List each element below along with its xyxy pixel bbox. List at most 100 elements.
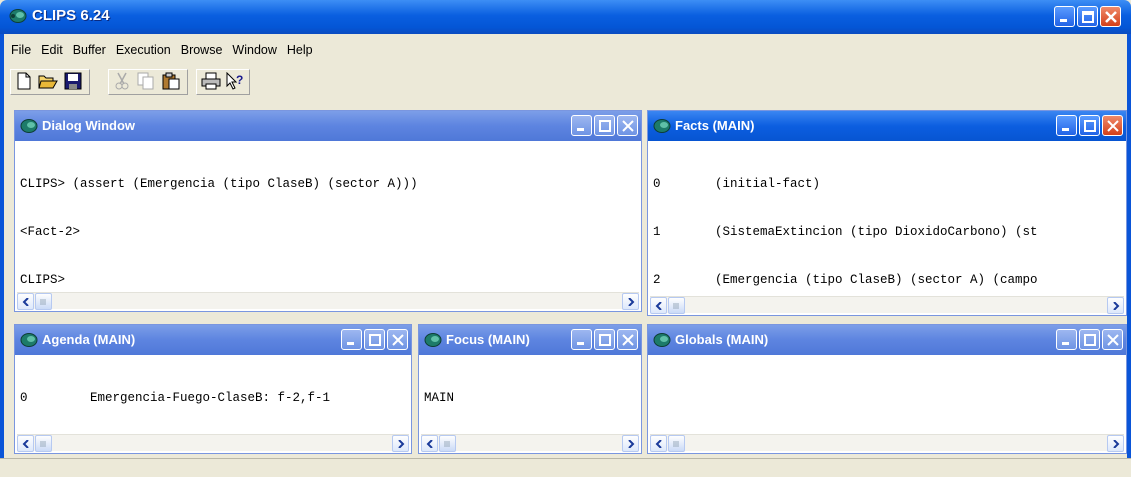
save-button[interactable] (62, 70, 84, 92)
context-help-button[interactable]: ? (224, 70, 246, 92)
list-item[interactable]: 1 (SistemaExtincion (tipo DioxidoCarbono)… (653, 224, 1121, 240)
scroll-thumb[interactable] (668, 435, 685, 452)
list-item[interactable]: 0 Emergencia-Fuego-ClaseB: f-2,f-1 (20, 390, 406, 406)
menu-edit[interactable]: Edit (36, 43, 68, 57)
agenda-list[interactable]: 0 Emergencia-Fuego-ClaseB: f-2,f-1 (17, 356, 409, 434)
facts-maximize-button[interactable] (1079, 115, 1100, 136)
agenda-horizontal-scrollbar[interactable] (17, 434, 409, 452)
paste-button[interactable] (160, 70, 182, 92)
menu-file[interactable]: File (6, 43, 36, 57)
menu-execution[interactable]: Execution (111, 43, 176, 57)
copy-icon (137, 72, 154, 90)
cut-button[interactable] (111, 70, 133, 92)
scroll-right-button[interactable] (622, 293, 639, 310)
maximize-icon (598, 119, 611, 132)
agenda-salience: 0 (20, 391, 28, 405)
scroll-thumb[interactable] (439, 435, 456, 452)
scroll-left-button[interactable] (17, 435, 34, 452)
scroll-right-button[interactable] (622, 435, 639, 452)
dialog-line: <Fact-2> (20, 225, 81, 239)
facts-window[interactable]: Facts (MAIN) 0 (initial-fact) 1 (SistemaEx… (647, 110, 1127, 316)
focus-horizontal-scrollbar[interactable] (421, 434, 639, 452)
facts-list[interactable]: 0 (initial-fact) 1 (SistemaExtincion (tipo… (650, 142, 1124, 296)
globals-window-titlebar[interactable]: Globals (MAIN) (648, 325, 1126, 355)
fact-text: (SistemaExtincion (tipo DioxidoCarbono) … (715, 225, 1038, 239)
menu-browse[interactable]: Browse (176, 43, 228, 57)
globals-close-button[interactable] (1102, 329, 1123, 350)
menu-help[interactable]: Help (282, 43, 318, 57)
grip-icon (444, 440, 450, 447)
dialog-maximize-button[interactable] (594, 115, 615, 136)
arrow-right-icon (397, 439, 404, 448)
scroll-thumb[interactable] (35, 293, 52, 310)
agenda-minimize-button[interactable] (341, 329, 362, 350)
focus-window[interactable]: Focus (MAIN) MAIN (418, 324, 642, 454)
dialog-horizontal-scrollbar[interactable] (17, 292, 639, 310)
save-icon (64, 72, 82, 90)
scroll-right-button[interactable] (392, 435, 409, 452)
agenda-window[interactable]: Agenda (MAIN) 0 Emergencia-Fuego-ClaseB: … (14, 324, 412, 454)
clips-logo-icon (653, 333, 671, 347)
maximize-icon (1083, 333, 1096, 346)
menu-buffer[interactable]: Buffer (68, 43, 111, 57)
dialog-window[interactable]: Dialog Window CLIPS> (assert (Emergencia… (14, 110, 642, 312)
menu-bar: File Edit Buffer Execution Browse Window… (0, 34, 1131, 66)
focus-list[interactable]: MAIN (421, 356, 639, 434)
globals-window[interactable]: Globals (MAIN) (647, 324, 1127, 454)
scroll-right-button[interactable] (1107, 435, 1124, 452)
agenda-maximize-button[interactable] (364, 329, 385, 350)
cut-icon (115, 72, 129, 90)
scroll-thumb[interactable] (668, 297, 685, 314)
close-icon (391, 333, 404, 346)
facts-horizontal-scrollbar[interactable] (650, 296, 1124, 314)
agenda-window-title: Agenda (MAIN) (42, 332, 136, 347)
dialog-output[interactable]: CLIPS> (assert (Emergencia (tipo ClaseB)… (17, 142, 639, 292)
context-help-icon: ? (226, 72, 243, 90)
minimize-icon (577, 342, 584, 345)
facts-close-button[interactable] (1102, 115, 1123, 136)
facts-window-titlebar[interactable]: Facts (MAIN) (648, 111, 1126, 141)
arrow-right-icon (1112, 439, 1119, 448)
dialog-close-button[interactable] (617, 115, 638, 136)
close-button[interactable] (1100, 6, 1121, 27)
new-button[interactable] (13, 70, 35, 92)
dialog-minimize-button[interactable] (571, 115, 592, 136)
scroll-thumb[interactable] (35, 435, 52, 452)
menu-window[interactable]: Window (227, 43, 281, 57)
scroll-left-button[interactable] (17, 293, 34, 310)
focus-maximize-button[interactable] (594, 329, 615, 350)
print-button[interactable] (200, 70, 222, 92)
arrow-left-icon (22, 297, 29, 306)
focus-minimize-button[interactable] (571, 329, 592, 350)
maximize-button[interactable] (1077, 6, 1098, 27)
dialog-window-titlebar[interactable]: Dialog Window (15, 111, 641, 141)
focus-close-button[interactable] (617, 329, 638, 350)
scroll-right-button[interactable] (1107, 297, 1124, 314)
toolbar: ? (0, 66, 1131, 101)
maximize-icon (1081, 10, 1094, 23)
scroll-left-button[interactable] (421, 435, 438, 452)
close-icon (621, 333, 634, 346)
globals-horizontal-scrollbar[interactable] (650, 434, 1124, 452)
minimize-button[interactable] (1054, 6, 1075, 27)
window-frame-right (1127, 34, 1131, 477)
agenda-window-titlebar[interactable]: Agenda (MAIN) (15, 325, 411, 355)
facts-minimize-button[interactable] (1056, 115, 1077, 136)
globals-list[interactable] (650, 356, 1124, 434)
main-titlebar[interactable]: CLIPS 6.24 (0, 0, 1131, 34)
arrow-left-icon (22, 439, 29, 448)
new-icon (17, 72, 31, 90)
copy-button[interactable] (135, 70, 157, 92)
list-item[interactable]: MAIN (424, 390, 636, 406)
list-item[interactable]: 0 (initial-fact) (653, 176, 1121, 192)
facts-window-title: Facts (MAIN) (675, 118, 755, 133)
globals-maximize-button[interactable] (1079, 329, 1100, 350)
agenda-close-button[interactable] (387, 329, 408, 350)
scroll-left-button[interactable] (650, 435, 667, 452)
open-button[interactable] (37, 70, 59, 92)
focus-window-titlebar[interactable]: Focus (MAIN) (419, 325, 641, 355)
maximize-icon (368, 333, 381, 346)
list-item[interactable]: 2 (Emergencia (tipo ClaseB) (sector A) (c… (653, 272, 1121, 288)
scroll-left-button[interactable] (650, 297, 667, 314)
globals-minimize-button[interactable] (1056, 329, 1077, 350)
